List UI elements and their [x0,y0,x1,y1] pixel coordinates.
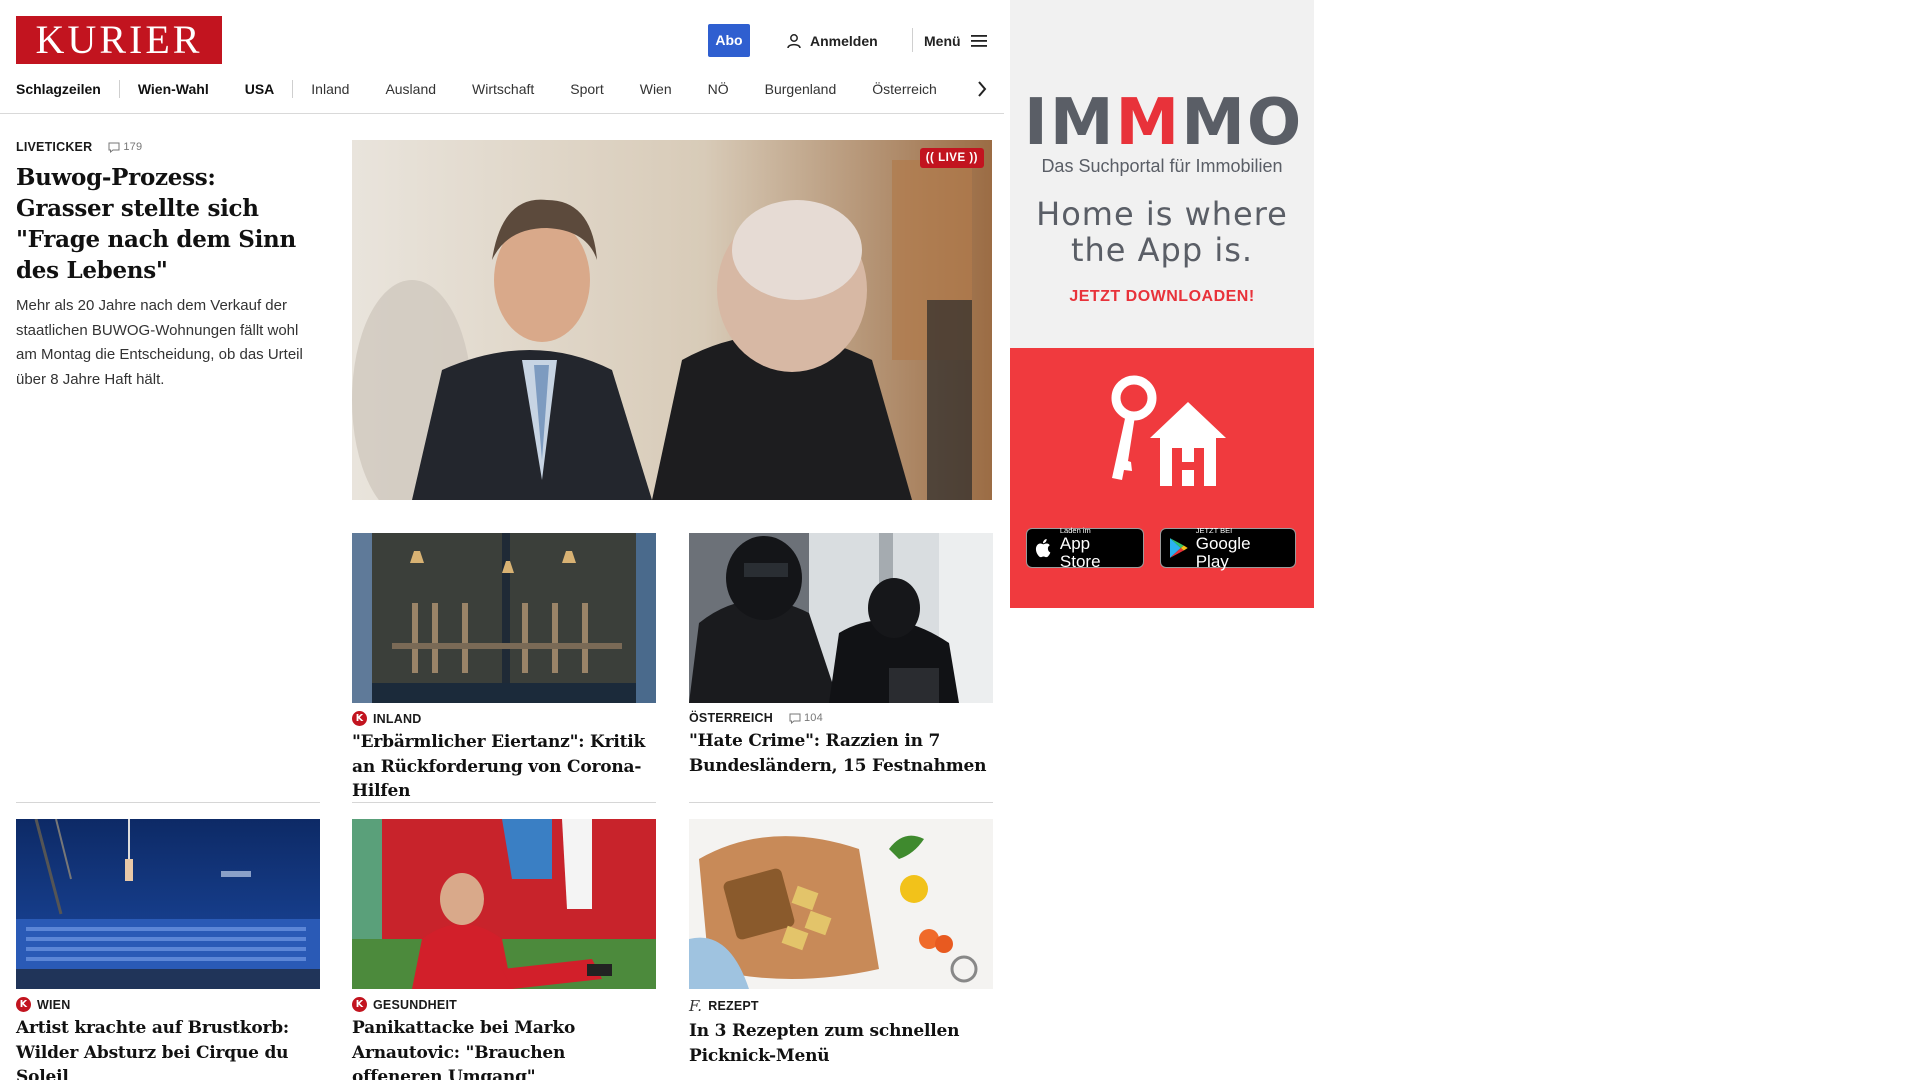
ad-bottom-panel: Laden im App Store JETZT BEI Google Play [1010,348,1314,608]
menu-label: Menü [924,33,961,49]
football-photo [352,819,656,989]
nav-item-sport[interactable]: Sport [552,76,621,102]
comment-count-value: 104 [803,712,823,724]
comment-icon [789,713,801,724]
article-kicker-label: ÖSTERREICH [689,711,773,725]
nav-item-wien[interactable]: Wien [622,76,690,102]
lead-teaser: Mehr als 20 Jahre nach dem Verkauf der s… [16,297,303,388]
nav-item-inland[interactable]: Inland [293,76,367,102]
kurier-plus-badge: K [352,711,367,726]
nav-item-usa[interactable]: USA [227,76,293,102]
divider [689,802,993,803]
abo-button[interactable]: Abo [708,24,750,57]
comment-count[interactable]: 104 [789,712,823,724]
comment-count[interactable]: 179 [108,141,142,153]
article-card[interactable]: K INLAND "Erbärmlicher Eiertanz": Kritik… [352,533,656,804]
menu-button[interactable]: Menü [924,30,987,52]
article-kicker: K INLAND [352,711,656,726]
article-headline[interactable]: Panikattacke bei Marko Arnautovic: "Brau… [352,1016,656,1080]
ad-tagline-line-1: Home is where [1036,195,1288,233]
comment-icon [108,142,120,153]
food-photo [689,819,993,989]
ad-download-cta[interactable]: JETZT DOWNLOADEN! [1010,288,1314,306]
nav-item-burgenland[interactable]: Burgenland [747,76,855,102]
lead-image[interactable]: (( LIVE )) [352,140,992,500]
lead-kicker-label: LIVETICKER [16,140,93,154]
nav-item-schlagzeilen[interactable]: Schlagzeilen [16,76,119,102]
ad-tagline-line-2: the App is. [1070,231,1254,269]
nav-item-ausland[interactable]: Ausland [367,76,454,102]
chevron-right-icon [978,81,987,97]
article-kicker-label: INLAND [373,711,422,726]
article-headline[interactable]: "Erbärmlicher Eiertanz": Kritik an Rückf… [352,730,656,804]
house-key-icon [1111,375,1226,486]
divider [352,802,656,803]
article-headline[interactable]: Artist krachte auf Brustkorb: Wilder Abs… [16,1016,320,1080]
app-store-button[interactable]: Laden im App Store [1026,526,1144,571]
article-kicker-label: WIEN [37,997,71,1012]
article-kicker-label: GESUNDHEIT [373,997,457,1012]
immmo-ad[interactable]: IMMMO Das Suchportal für Immobilien Home… [1010,0,1314,608]
login-label: Anmelden [810,33,878,49]
lead-photo [352,140,992,500]
article-image[interactable] [16,819,320,989]
nav-scroll-right-button[interactable] [974,78,990,100]
user-icon [787,34,801,49]
comment-count-value: 179 [123,141,143,153]
article-card[interactable]: K WIEN Artist krachte auf Brustkorb: Wil… [16,819,320,1080]
kurier-plus-badge: K [352,997,367,1012]
article-kicker: K WIEN [16,997,320,1012]
article-headline[interactable]: In 3 Rezepten zum schnellen Picknick-Men… [689,1019,993,1068]
nav-item-wien-wahl[interactable]: Wien-Wahl [120,76,227,102]
nav-item-noe[interactable]: NÖ [690,76,747,102]
lead-headline[interactable]: Buwog-Prozess: Grasser stellte sich "Fra… [16,162,320,286]
circus-photo [16,819,320,989]
lead-kicker: LIVETICKER 179 [16,140,320,154]
live-badge: (( LIVE )) [919,148,984,168]
apple-icon [1035,539,1051,558]
kurier-plus-badge: K [16,997,31,1012]
article-image[interactable] [352,533,656,703]
app-store-label: App Store [1059,533,1101,571]
article-image[interactable] [689,533,993,703]
article-kicker-label: REZEPT [708,999,759,1013]
article-card[interactable]: ÖSTERREICH 104 "Hate Crime": Razzien in … [689,533,993,778]
lead-story[interactable]: LIVETICKER 179 Buwog-Prozess: Grasser st… [16,140,320,392]
nav-item-oesterreich[interactable]: Österreich [854,76,955,102]
restaurant-photo [352,533,656,703]
police-photo [689,533,993,703]
immmo-logo: IMMMO [1024,86,1304,160]
google-play-label: Google Play [1195,533,1251,571]
ad-subtitle: Das Suchportal für Immobilien [1041,156,1283,176]
article-kicker: f. REZEPT [689,997,993,1015]
article-kicker: K GESUNDHEIT [352,997,656,1012]
freizeit-badge: f. [689,997,703,1015]
google-play-button[interactable]: JETZT BEI Google Play [1160,526,1296,571]
header-divider [912,28,913,52]
article-image[interactable] [689,819,993,989]
section-nav: Schlagzeilen Wien-Wahl USA Inland Auslan… [16,76,955,102]
article-kicker: ÖSTERREICH 104 [689,711,993,725]
kurier-logo[interactable]: KURIER [16,16,222,64]
site-header: KURIER Abo Anmelden Menü Schlagzeilen Wi… [0,0,1004,114]
article-card[interactable]: K GESUNDHEIT Panikattacke bei Marko Arna… [352,819,656,1080]
ad-tagline: Home is where the App is. [1010,196,1314,268]
hamburger-icon [970,35,987,47]
google-play-icon [1169,538,1188,558]
nav-item-wirtschaft[interactable]: Wirtschaft [454,76,552,102]
article-headline[interactable]: "Hate Crime": Razzien in 7 Bundesländern… [689,729,993,778]
article-card[interactable]: f. REZEPT In 3 Rezepten zum schnellen Pi… [689,819,993,1068]
login-button[interactable]: Anmelden [786,30,878,52]
article-image[interactable] [352,819,656,989]
ad-top-panel: IMMMO Das Suchportal für Immobilien Home… [1010,0,1314,348]
divider [16,802,320,803]
